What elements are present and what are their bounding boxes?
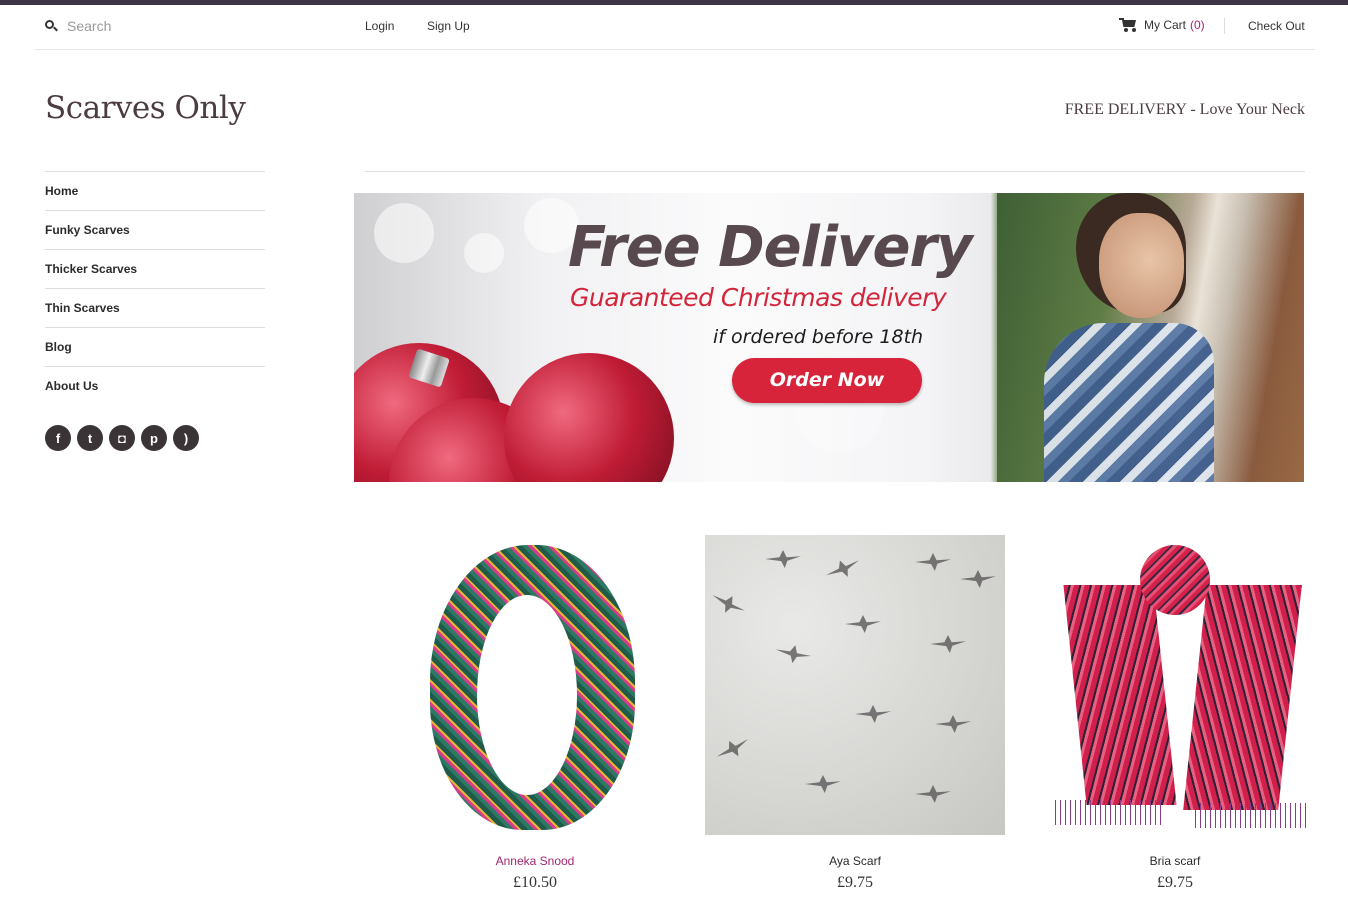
banner-note: if ordered before 18th bbox=[713, 326, 924, 348]
pinterest-icon[interactable]: p bbox=[141, 425, 167, 451]
search-input[interactable] bbox=[67, 18, 267, 34]
product-image[interactable] bbox=[385, 535, 685, 835]
product-card[interactable]: Bria scarf £9.75 bbox=[1025, 535, 1325, 892]
banner-model-scarf bbox=[1044, 323, 1214, 482]
site-title[interactable]: Scarves Only bbox=[45, 90, 246, 126]
search-box[interactable] bbox=[45, 18, 267, 34]
facebook-icon[interactable]: f bbox=[45, 425, 71, 451]
red-scarf-shape bbox=[1045, 545, 1310, 830]
my-cart-link[interactable]: My Cart (0) bbox=[1119, 18, 1205, 32]
banner-title: Free Delivery bbox=[568, 215, 973, 280]
cart-icon bbox=[1119, 18, 1137, 32]
grey-scarf-fabric bbox=[705, 535, 1005, 835]
sidebar-nav: Home Funky Scarves Thicker Scarves Thin … bbox=[45, 171, 265, 406]
promo-banner[interactable]: Free Delivery Guaranteed Christmas deliv… bbox=[354, 193, 1304, 482]
product-price: £9.75 bbox=[837, 874, 873, 891]
product-name[interactable]: Aya Scarf bbox=[705, 854, 1005, 868]
product-price: £10.50 bbox=[513, 874, 557, 891]
product-price: £9.75 bbox=[1157, 874, 1193, 891]
twitter-icon[interactable]: t bbox=[77, 425, 103, 451]
search-icon[interactable] bbox=[45, 19, 59, 33]
cart-count: (0) bbox=[1190, 18, 1205, 32]
order-now-button[interactable]: Order Now bbox=[732, 358, 922, 403]
sidebar-item-thin-scarves[interactable]: Thin Scarves bbox=[45, 289, 265, 328]
topbar-divider bbox=[1224, 18, 1225, 34]
banner-model-face bbox=[1099, 213, 1184, 318]
top-bar: Login Sign Up My Cart (0) Check Out bbox=[35, 5, 1315, 50]
product-image[interactable] bbox=[705, 535, 1005, 835]
product-card[interactable]: Aya Scarf £9.75 bbox=[705, 535, 1005, 892]
login-link[interactable]: Login bbox=[365, 19, 394, 33]
social-links: f t ◘ p ) bbox=[45, 425, 199, 451]
scarf-fringe-left bbox=[1055, 800, 1165, 825]
checkout-link[interactable]: Check Out bbox=[1248, 19, 1305, 33]
instagram-icon[interactable]: ◘ bbox=[109, 425, 135, 451]
rss-icon[interactable]: ) bbox=[173, 425, 199, 451]
product-name[interactable]: Bria scarf bbox=[1025, 854, 1325, 868]
sidebar-item-home[interactable]: Home bbox=[45, 172, 265, 211]
header-divider bbox=[365, 171, 1305, 172]
sidebar-item-thicker-scarves[interactable]: Thicker Scarves bbox=[45, 250, 265, 289]
product-name[interactable]: Anneka Snood bbox=[385, 854, 685, 868]
scarf-fringe-right bbox=[1195, 803, 1310, 828]
banner-bokeh bbox=[464, 233, 504, 273]
site-tagline: FREE DELIVERY - Love Your Neck bbox=[1064, 101, 1305, 118]
scarf-panel-right bbox=[1183, 585, 1302, 810]
cart-label: My Cart bbox=[1144, 18, 1186, 32]
snood-hole bbox=[477, 595, 577, 795]
banner-bokeh bbox=[374, 203, 434, 263]
sidebar-item-about-us[interactable]: About Us bbox=[45, 367, 265, 406]
scarf-panel-left bbox=[1063, 585, 1177, 805]
banner-subtitle: Guaranteed Christmas delivery bbox=[570, 283, 947, 312]
sidebar-item-funky-scarves[interactable]: Funky Scarves bbox=[45, 211, 265, 250]
scarf-knot bbox=[1140, 545, 1210, 615]
signup-link[interactable]: Sign Up bbox=[427, 19, 470, 33]
product-card[interactable]: Anneka Snood £10.50 bbox=[385, 535, 685, 892]
product-image[interactable] bbox=[1025, 535, 1325, 835]
banner-ornament bbox=[504, 353, 674, 482]
sidebar-item-blog[interactable]: Blog bbox=[45, 328, 265, 367]
